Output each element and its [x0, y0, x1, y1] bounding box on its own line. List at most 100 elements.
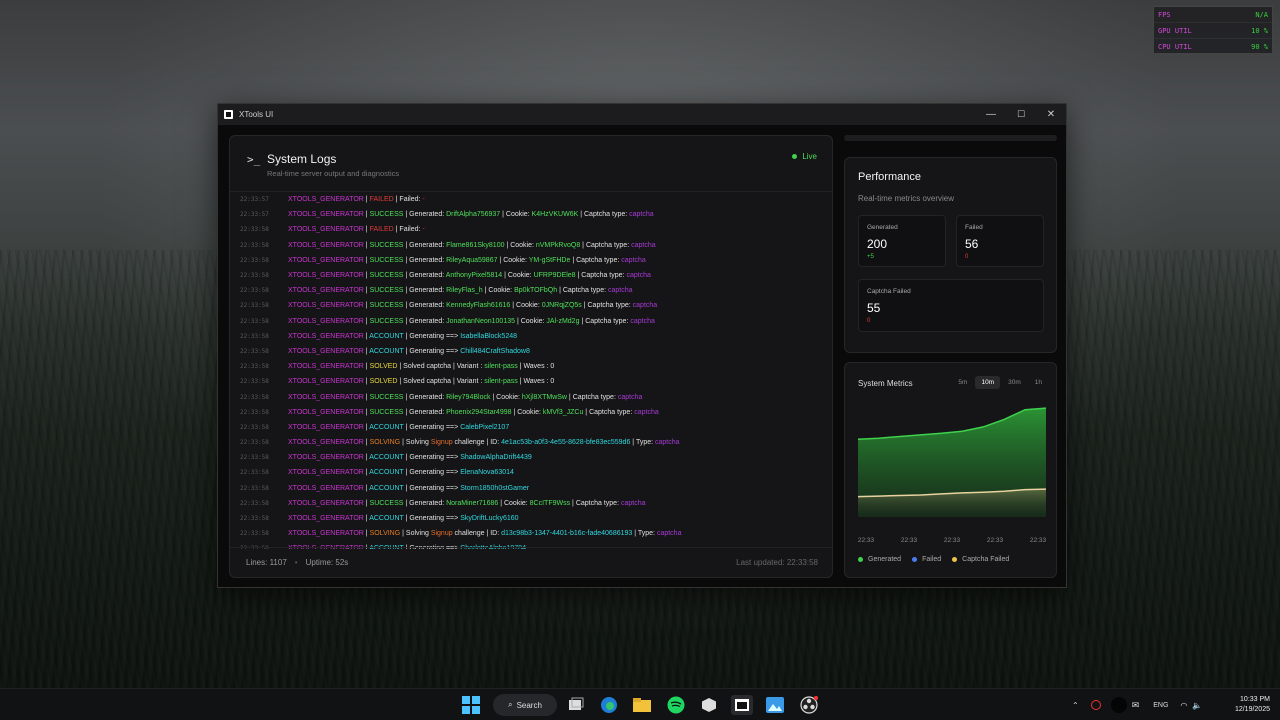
log-status: SOLVING — [369, 439, 401, 447]
log-fragment: Bp0kTOFbQh — [514, 287, 558, 295]
log-message: XTOOLS_GENERATOR | ACCOUNT | Generating … — [288, 469, 514, 477]
log-row: 22:33:57 XTOOLS_GENERATOR | FAILED | Fail… — [230, 192, 832, 207]
log-fragment: d13c98b3-1347-4401-b16c-fade40686193 — [501, 530, 633, 538]
log-row: 22:33:58 XTOOLS_GENERATOR | ACCOUNT | Gen… — [230, 465, 832, 480]
file-explorer-icon[interactable] — [632, 695, 652, 715]
log-fragment: | Generating ==> — [405, 332, 461, 340]
log-fragment: | Failed: — [395, 226, 423, 234]
log-source-tag: XTOOLS_GENERATOR — [288, 347, 364, 355]
log-fragment: captcha — [656, 530, 682, 538]
close-button[interactable]: ✕ — [1036, 104, 1066, 125]
package-icon[interactable] — [699, 695, 719, 715]
legend-dot-icon — [912, 557, 918, 562]
range-tab-1h[interactable]: 1h — [1029, 376, 1048, 389]
start-icon[interactable] — [461, 695, 481, 715]
log-fragment: | Generated: — [405, 241, 447, 249]
minimize-button[interactable]: — — [976, 104, 1006, 125]
taskbar-search[interactable]: ⌕ Search — [493, 694, 557, 716]
log-message: XTOOLS_GENERATOR | SUCCESS | Generated: … — [288, 317, 655, 325]
log-fragment: | Cookie: — [500, 211, 532, 219]
xtools-app-icon[interactable] — [731, 695, 753, 715]
stat-label: Captcha Failed — [867, 288, 911, 295]
log-row: 22:33:57 XTOOLS_GENERATOR | SUCCESS | Gen… — [230, 207, 832, 222]
log-fragment: DriftAlpha756937 — [446, 211, 501, 219]
log-fragment: challenge | ID: — [452, 530, 502, 538]
app-icon — [224, 110, 233, 119]
security-icon[interactable] — [1090, 700, 1101, 710]
log-message: XTOOLS_GENERATOR | ACCOUNT | Generating … — [288, 423, 510, 431]
metrics-chart — [858, 407, 1046, 517]
stat-value: 200 — [867, 237, 888, 251]
spotify-icon[interactable] — [666, 695, 686, 715]
log-status: SUCCESS — [369, 272, 404, 280]
log-timestamp: 22:33:58 — [240, 363, 269, 371]
log-row: 22:33:58 XTOOLS_GENERATOR | SUCCESS | Gen… — [230, 314, 832, 329]
range-tab-30m[interactable]: 30m — [1002, 376, 1027, 389]
system-tray: ⌃ ✉ ENG ◠ 🔈 — [1072, 689, 1202, 720]
overlay-row-cpu: CPU UTIL 90 % — [1154, 39, 1272, 55]
title-bar[interactable]: XTools UI — ☐ ✕ — [218, 104, 1066, 125]
log-fragment: RileyAqua59867 — [446, 256, 498, 264]
steam-icon[interactable]: ✉ — [1132, 700, 1140, 711]
log-fragment: silent-pass — [484, 363, 518, 371]
log-source-tag: XTOOLS_GENERATOR — [288, 393, 364, 401]
range-tab-5m[interactable]: 5m — [952, 376, 973, 389]
log-row: 22:33:58 XTOOLS_GENERATOR | SUCCESS | Gen… — [230, 253, 832, 268]
log-fragment: captcha — [629, 211, 654, 219]
log-source-tag: XTOOLS_GENERATOR — [288, 226, 364, 234]
log-timestamp: 22:33:58 — [240, 484, 269, 492]
stat-label: Generated — [867, 224, 898, 231]
log-fragment: | Captcha type: — [566, 393, 618, 401]
tray-app-icon[interactable] — [1110, 697, 1127, 713]
log-fragment: hXjl8XTMwSw — [521, 393, 567, 401]
log-fragment: | Generated: — [405, 211, 447, 219]
range-tab-10m[interactable]: 10m — [975, 376, 1001, 389]
overlay-value: 90 % — [1251, 43, 1268, 51]
log-message: XTOOLS_GENERATOR | SUCCESS | Generated: … — [288, 241, 656, 249]
log-fragment: | Cookie: — [502, 272, 534, 280]
volume-icon[interactable]: 🔈 — [1192, 701, 1202, 710]
log-status: FAILED — [369, 196, 394, 204]
log-fragment: | Cookie: — [504, 241, 536, 249]
log-fragment: SkyDriftLucky6160 — [460, 515, 519, 523]
log-source-tag: XTOOLS_GENERATOR — [288, 317, 364, 325]
edge-icon[interactable] — [599, 695, 619, 715]
log-status: SUCCESS — [369, 393, 404, 401]
task-view-icon[interactable] — [566, 695, 586, 715]
log-row: 22:33:58 XTOOLS_GENERATOR | FAILED | Fail… — [230, 222, 832, 237]
log-source-tag: XTOOLS_GENERATOR — [288, 287, 364, 295]
log-fragment: | Generating ==> — [405, 515, 461, 523]
log-timestamp: 22:33:58 — [240, 408, 269, 416]
log-message: XTOOLS_GENERATOR | SUCCESS | Generated: … — [288, 287, 633, 295]
obs-icon[interactable] — [799, 695, 819, 715]
log-source-tag: XTOOLS_GENERATOR — [288, 272, 364, 280]
log-fragment: | Cookie: — [510, 302, 542, 310]
log-fragment: | Solving — [402, 439, 431, 447]
log-fragment: IsabellaBlock5248 — [460, 332, 518, 340]
taskbar-clock[interactable]: 10:33 PM 12/19/2025 — [1235, 695, 1270, 715]
log-message: XTOOLS_GENERATOR | FAILED | Failed: - — [288, 226, 425, 234]
log-message: XTOOLS_GENERATOR | SOLVED | Solved captc… — [288, 378, 555, 386]
log-list[interactable]: 22:33:57 XTOOLS_GENERATOR | FAILED | Fail… — [230, 192, 832, 549]
stat-value: 55 — [867, 301, 881, 315]
log-fragment: | Solved captcha | Variant : — [399, 378, 485, 386]
log-message: XTOOLS_GENERATOR | ACCOUNT | Generating … — [288, 515, 519, 523]
chevron-up-icon[interactable]: ⌃ — [1072, 701, 1079, 710]
log-status: SUCCESS — [369, 499, 404, 507]
log-timestamp: 22:33:58 — [240, 393, 269, 401]
wifi-icon[interactable]: ◠ — [1180, 701, 1187, 710]
log-fragment: | Failed: — [395, 196, 423, 204]
log-status: SUCCESS — [369, 211, 404, 219]
maximize-button[interactable]: ☐ — [1006, 104, 1036, 125]
log-source-tag: XTOOLS_GENERATOR — [288, 196, 364, 204]
log-status: ACCOUNT — [369, 454, 404, 462]
x-tick-label: 22:33 — [857, 537, 875, 544]
log-source-tag: XTOOLS_GENERATOR — [288, 515, 364, 523]
log-timestamp: 22:33:58 — [240, 515, 269, 523]
legend-dot-icon — [952, 557, 958, 562]
language-indicator[interactable]: ENG — [1153, 702, 1168, 709]
overlay-value: N/A — [1255, 10, 1268, 19]
photos-icon[interactable] — [765, 695, 785, 715]
log-fragment: | Cookie: — [490, 393, 522, 401]
log-fragment: Storm1850h0stGamer — [460, 484, 530, 492]
